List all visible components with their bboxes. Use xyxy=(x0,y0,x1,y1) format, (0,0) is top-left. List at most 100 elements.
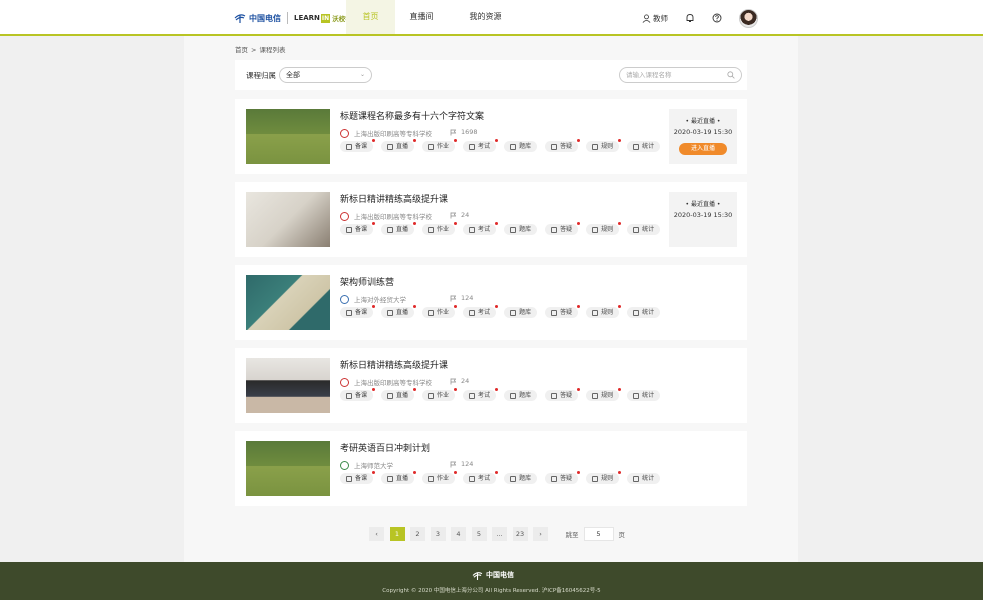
tool-stats-button[interactable]: 统计 xyxy=(627,224,661,235)
tool-label: 作业 xyxy=(437,309,450,316)
tool-qa-button[interactable]: 答疑 xyxy=(545,471,581,484)
recent-live-time: 2020-03-19 15:30 xyxy=(673,211,733,219)
tool-label: 备课 xyxy=(355,226,368,233)
tool-homework-button[interactable]: 作业 xyxy=(422,139,458,152)
notification-dot xyxy=(495,222,499,225)
tool-live-button[interactable]: 直播 xyxy=(381,471,417,484)
tool-label: 答疑 xyxy=(560,143,573,150)
tool-rules-button[interactable]: 规则 xyxy=(586,305,622,318)
course-title[interactable]: 考研英语百日冲刺计划 xyxy=(340,441,430,454)
tool-stats-button[interactable]: 统计 xyxy=(627,473,661,484)
tool-prep-button[interactable]: 备课 xyxy=(340,388,376,401)
tool-qa-button[interactable]: 答疑 xyxy=(545,388,581,401)
tool-exam-button[interactable]: 考试 xyxy=(463,388,499,401)
page-2[interactable]: 2 xyxy=(410,527,425,541)
breadcrumb-home[interactable]: 首页 xyxy=(235,46,248,54)
course-thumbnail[interactable] xyxy=(246,441,330,496)
tool-question-bank-button[interactable]: 题库 xyxy=(504,473,538,484)
tool-label: 答疑 xyxy=(560,226,573,233)
page-1[interactable]: 1 xyxy=(389,527,405,541)
prep-icon xyxy=(346,475,352,482)
tool-prep-button[interactable]: 备课 xyxy=(340,222,376,235)
tool-rules-button[interactable]: 规则 xyxy=(586,388,622,401)
tool-homework-button[interactable]: 作业 xyxy=(422,471,458,484)
enter-live-button[interactable]: 进入直播 xyxy=(679,143,727,155)
course-card[interactable]: 新标日精讲精练高级提升课 上海出版印刷高等专科学校 24 备课 直播 作业 考试 题库 答疑 规则… xyxy=(235,348,747,423)
tool-stats-button[interactable]: 统计 xyxy=(627,307,661,318)
tool-live-button[interactable]: 直播 xyxy=(381,222,417,235)
search-icon[interactable] xyxy=(727,71,735,79)
help-icon[interactable] xyxy=(712,13,722,23)
tool-rules-button[interactable]: 规则 xyxy=(586,139,622,152)
tool-exam-button[interactable]: 考试 xyxy=(463,471,499,484)
course-thumbnail[interactable] xyxy=(246,192,330,247)
nav-live-room[interactable]: 直播间 xyxy=(395,0,448,34)
course-card[interactable]: 标题课程名称最多有十六个字符文案 上海出版印刷高等专科学校 1698 备课 直播 作业 考试… xyxy=(235,99,747,174)
student-count: 124 xyxy=(450,460,473,468)
course-card[interactable]: 新标日精讲精练高级提升课 上海出版印刷高等专科学校 24 备课 直播 作业 考试 题库 答疑 规则… xyxy=(235,182,747,257)
notification-dot xyxy=(413,222,417,225)
tool-label: 规则 xyxy=(601,143,614,150)
course-owner-select[interactable]: 全部 ⌄ xyxy=(279,67,372,83)
tool-exam-button[interactable]: 考试 xyxy=(463,222,499,235)
notification-dot xyxy=(495,388,499,391)
logo-area[interactable]: 中国电信 LEARN IN 沃校学 xyxy=(234,10,352,26)
course-title[interactable]: 架构师训练营 xyxy=(340,275,394,288)
course-title[interactable]: 标题课程名称最多有十六个字符文案 xyxy=(340,109,484,122)
tool-exam-button[interactable]: 考试 xyxy=(463,305,499,318)
tool-question-bank-button[interactable]: 题库 xyxy=(504,224,538,235)
bell-icon[interactable] xyxy=(685,13,695,23)
avatar[interactable] xyxy=(739,8,758,28)
page-3[interactable]: 3 xyxy=(430,527,446,541)
learn-box: IN xyxy=(320,13,331,23)
tool-rules-button[interactable]: 规则 xyxy=(586,222,622,235)
tool-question-bank-button[interactable]: 题库 xyxy=(504,141,538,152)
course-title[interactable]: 新标日精讲精练高级提升课 xyxy=(340,192,448,205)
tool-homework-button[interactable]: 作业 xyxy=(422,305,458,318)
notification-dot xyxy=(577,305,581,308)
flag-icon xyxy=(450,129,457,135)
tool-qa-button[interactable]: 答疑 xyxy=(545,305,581,318)
notification-dot xyxy=(495,471,499,474)
page-5[interactable]: 5 xyxy=(471,527,487,541)
jump-page-input[interactable]: 5 xyxy=(583,527,614,541)
tool-rules-button[interactable]: 规则 xyxy=(586,471,622,484)
notification-dot xyxy=(495,305,499,308)
tool-stats-button[interactable]: 统计 xyxy=(627,141,661,152)
course-card[interactable]: 考研英语百日冲刺计划 上海师范大学 124 备课 直播 作业 考试 题库 答疑 规则 统计 xyxy=(235,431,747,506)
exam-icon xyxy=(469,143,476,150)
next-page-button[interactable]: › xyxy=(533,527,548,541)
tool-live-button[interactable]: 直播 xyxy=(381,305,417,318)
tool-exam-button[interactable]: 考试 xyxy=(463,139,499,152)
tool-question-bank-button[interactable]: 题库 xyxy=(504,307,538,318)
course-thumbnail[interactable] xyxy=(246,109,330,164)
course-card[interactable]: 架构师训练营 上海对外经贸大学 124 备课 直播 作业 考试 题库 答疑 规则 统计 xyxy=(235,265,747,340)
tool-qa-button[interactable]: 答疑 xyxy=(545,139,581,152)
prev-page-button[interactable]: ‹ xyxy=(369,527,384,541)
tool-homework-button[interactable]: 作业 xyxy=(422,388,458,401)
tool-live-button[interactable]: 直播 xyxy=(381,388,417,401)
tool-qa-button[interactable]: 答疑 xyxy=(545,222,581,235)
tool-label: 统计 xyxy=(642,392,655,399)
course-title[interactable]: 新标日精讲精练高级提升课 xyxy=(340,358,448,371)
tool-prep-button[interactable]: 备课 xyxy=(340,139,376,152)
qa-icon xyxy=(551,226,558,233)
nav-home[interactable]: 首页 xyxy=(346,0,395,34)
tool-live-button[interactable]: 直播 xyxy=(381,139,417,152)
tool-prep-button[interactable]: 备课 xyxy=(340,471,376,484)
course-thumbnail[interactable] xyxy=(246,358,330,413)
role-switch[interactable]: 教师 xyxy=(642,13,668,24)
page-23[interactable]: 23 xyxy=(512,527,528,541)
page-4[interactable]: 4 xyxy=(451,527,466,541)
tool-stats-button[interactable]: 统计 xyxy=(627,390,661,401)
course-search-input[interactable]: 请输入课程名称 xyxy=(619,67,742,83)
nav-my-resources[interactable]: 我的资源 xyxy=(448,0,523,34)
footer-copyright: Copyright © 2020 中国电信上海分公司 All Rights Re… xyxy=(382,588,601,594)
recent-live-panel: • 最近直播 • 2020-03-19 15:30 进入直播 xyxy=(669,109,737,164)
tool-question-bank-button[interactable]: 题库 xyxy=(504,390,538,401)
live-icon xyxy=(387,475,394,482)
tool-homework-button[interactable]: 作业 xyxy=(422,222,458,235)
course-thumbnail[interactable] xyxy=(246,275,330,330)
school-name: 上海对外经贸大学 xyxy=(354,296,406,304)
tool-prep-button[interactable]: 备课 xyxy=(340,305,376,318)
